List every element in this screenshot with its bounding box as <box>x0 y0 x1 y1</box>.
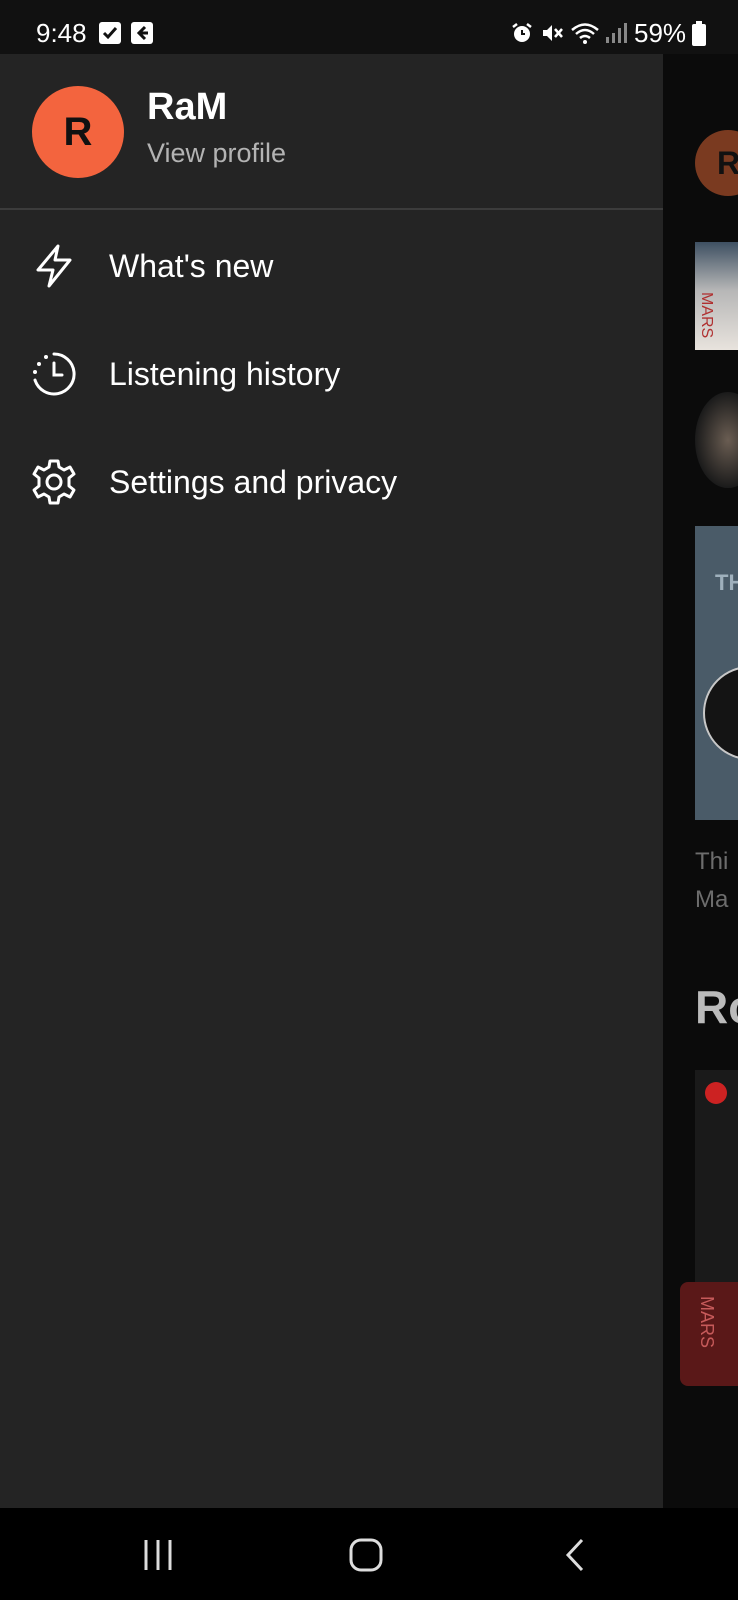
background-mini-player: MARS <box>680 1282 738 1386</box>
avatar[interactable]: R <box>32 86 124 178</box>
mute-icon <box>543 25 563 41</box>
menu-item-whats-new[interactable]: What's new <box>0 218 663 314</box>
vinyl-image <box>703 666 738 760</box>
signal-icon <box>606 23 627 43</box>
history-icon <box>33 352 76 396</box>
view-profile-link[interactable]: View profile <box>147 138 286 169</box>
side-drawer: R RaM View profile What's new Listening … <box>0 54 663 1508</box>
menu-item-label: What's new <box>109 248 274 284</box>
profile-header[interactable]: R RaM View profile <box>0 54 663 208</box>
mini-player-text: MARS <box>697 1296 717 1349</box>
battery-percentage: 59% <box>634 18 687 48</box>
status-bar: 9:48 59% <box>0 0 738 54</box>
profile-name: RaM <box>147 86 228 128</box>
battery-icon <box>692 21 706 46</box>
background-playlist-card: TH <box>695 526 738 820</box>
checkbox-icon <box>99 22 121 44</box>
background-avatar: R <box>695 130 738 196</box>
spotify-logo-icon <box>705 1082 727 1104</box>
background-artist-image <box>695 392 738 488</box>
menu-item-settings-and-privacy[interactable]: Settings and privacy <box>0 434 663 530</box>
exit-icon <box>131 22 153 44</box>
bolt-icon <box>36 244 72 288</box>
wifi-icon <box>571 23 599 44</box>
background-home-screen[interactable]: R MARS TH Thi Ma Ro MARS <box>663 54 738 1508</box>
card-text: TH <box>715 570 738 595</box>
background-album-art: MARS <box>695 242 738 350</box>
background-section-heading: Ro <box>695 981 738 1033</box>
background-caption-line1: Thi <box>695 848 729 875</box>
background-caption-line2: Ma <box>695 886 729 913</box>
menu-item-label: Listening history <box>109 356 341 392</box>
alarm-icon <box>512 23 532 42</box>
navigation-bar <box>0 1508 738 1600</box>
gear-icon <box>32 459 76 505</box>
recents-button[interactable] <box>128 1530 188 1580</box>
album-text: MARS <box>698 292 715 339</box>
back-button[interactable] <box>544 1530 604 1580</box>
menu-item-label: Settings and privacy <box>109 464 398 500</box>
home-button[interactable] <box>336 1530 396 1580</box>
status-time: 9:48 <box>36 18 87 48</box>
divider <box>0 208 663 210</box>
menu-item-listening-history[interactable]: Listening history <box>0 326 663 422</box>
